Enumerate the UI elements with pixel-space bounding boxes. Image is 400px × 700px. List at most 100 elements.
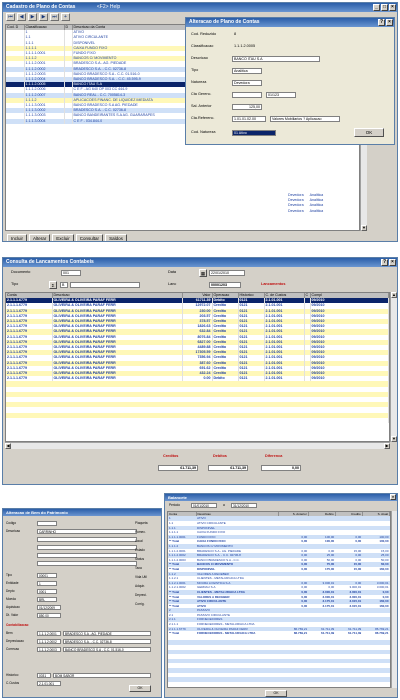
periodo-a-label: a bbox=[223, 503, 225, 507]
balancete-titlebar: Balancete × bbox=[165, 494, 397, 501]
scroll-up-icon[interactable]: ▲ bbox=[391, 292, 397, 298]
empty-cell bbox=[6, 417, 389, 424]
pat-field[interactable]: 2.1.01.001 bbox=[37, 681, 61, 686]
balancete-table: Conta Descricao S. Anterior Debito Credi… bbox=[168, 512, 390, 687]
scroll-left-icon[interactable]: ◀ bbox=[5, 443, 11, 449]
cta-referencial-desc: Valores Mobiliarios ? Aplicacao bbox=[270, 116, 340, 122]
excluir-button[interactable]: Excluir bbox=[52, 234, 74, 241]
first-record-icon[interactable]: ⏮ bbox=[6, 13, 15, 21]
ok-button[interactable]: OK bbox=[354, 128, 384, 137]
close-icon[interactable]: × bbox=[389, 4, 396, 11]
scroll-down-icon[interactable]: ▼ bbox=[391, 436, 397, 442]
balancete-vscroll[interactable] bbox=[391, 511, 397, 688]
patrimonio-title: Alteracao de Bem do Patrimonio bbox=[6, 510, 68, 515]
scroll-down-icon[interactable]: ▼ bbox=[361, 225, 367, 231]
debitos-label: Debitos bbox=[213, 454, 227, 458]
pat-ok-button[interactable]: OK bbox=[129, 685, 151, 692]
help-icon[interactable]: ? bbox=[381, 259, 388, 266]
descricao-input[interactable]: BANCO ITAU S.A bbox=[232, 56, 320, 62]
pat-field[interactable]: 1.1.1.2.0001 bbox=[37, 631, 61, 636]
pat-field[interactable] bbox=[37, 561, 137, 566]
pat-field-desc: BRADESCO S.A. - C.C. 02736-8 bbox=[63, 639, 151, 644]
lanc-input[interactable]: 00001203 bbox=[209, 282, 241, 288]
tipo-select[interactable]: Analitica bbox=[232, 68, 262, 74]
plano-help-menu[interactable]: <F2> Help bbox=[97, 4, 120, 10]
natureza-label: Natureza bbox=[191, 80, 207, 84]
consulta-vscroll[interactable]: ▲ ▼ bbox=[390, 292, 397, 442]
alterar-button[interactable]: Alterar bbox=[29, 234, 51, 241]
plano-buttons: Incluir Alterar Excluir Consultar Saldos bbox=[5, 232, 129, 241]
cta-gerencial-input[interactable] bbox=[232, 92, 262, 98]
classificacao-label: Classificacao bbox=[191, 44, 214, 48]
pat-label: Descricao bbox=[6, 529, 21, 533]
cod-reduzido-value: 8 bbox=[234, 32, 237, 36]
pat-field[interactable]: CARRINHO bbox=[37, 529, 137, 534]
pat-field[interactable] bbox=[37, 537, 137, 542]
documento-input[interactable]: 001 bbox=[61, 270, 81, 276]
tipo-input[interactable]: B bbox=[60, 282, 68, 288]
consulta-body: 2.1.1.1.6779 OLIVEIRA & OLIVEIRA PARAF FE… bbox=[6, 298, 389, 424]
saldos-button[interactable]: Saldos bbox=[105, 234, 127, 241]
pat-field[interactable]: 00001 bbox=[37, 573, 57, 578]
close-icon[interactable]: × bbox=[386, 19, 393, 26]
cta-referencial-input[interactable]: 1.01.01.02.00 bbox=[232, 116, 266, 122]
close-icon[interactable]: × bbox=[389, 259, 396, 266]
cod-natureza-select[interactable]: 01 Ativo bbox=[232, 130, 276, 136]
balancete-grid: Conta Descricao S. Anterior Debito Credi… bbox=[167, 511, 391, 688]
diferenca-total: 0,00 bbox=[261, 465, 301, 471]
consulta-hscroll[interactable]: ◀ ▶ bbox=[5, 442, 390, 449]
scroll-right-icon[interactable]: ▶ bbox=[384, 443, 390, 449]
data-input[interactable]: 22/01/2010 bbox=[209, 270, 245, 276]
alteracao-title: Alteracao de Plano de Contas bbox=[189, 19, 260, 25]
periodo-label: Periodo bbox=[169, 503, 180, 507]
pat-field[interactable]: BRL bbox=[37, 597, 57, 602]
pat-label: Contabilizacao bbox=[6, 623, 29, 627]
pat-field[interactable]: 01/12/2009 bbox=[37, 605, 61, 610]
cta-gerencial-code[interactable]: 01/123 bbox=[266, 92, 296, 98]
pat-right-label: Taxa bbox=[135, 566, 142, 570]
close-icon[interactable]: × bbox=[390, 494, 396, 500]
natureza-select[interactable]: Devedora bbox=[232, 80, 262, 86]
add-record-icon[interactable]: + bbox=[61, 13, 70, 21]
calendar-icon[interactable]: ▦ bbox=[199, 269, 207, 277]
pat-label: Correcao bbox=[6, 647, 20, 651]
empty-row bbox=[168, 681, 390, 687]
help-icon[interactable]: ? bbox=[378, 19, 385, 26]
play-icon[interactable]: ▶ bbox=[28, 13, 37, 21]
tipo-label: Tipo bbox=[191, 68, 199, 72]
sal-anterior-input[interactable]: 125,00 bbox=[232, 104, 262, 110]
pat-field[interactable] bbox=[37, 545, 137, 550]
pat-field[interactable]: 0031 bbox=[37, 673, 51, 678]
pat-field[interactable]: 850,00 bbox=[37, 613, 61, 618]
pat-field[interactable]: 0001 bbox=[37, 589, 57, 594]
next-record-icon[interactable]: ▶ bbox=[39, 13, 48, 21]
minimize-icon[interactable]: _ bbox=[373, 4, 380, 11]
side-row: Devedora Analitica bbox=[288, 209, 358, 214]
side-tipo: Analitica bbox=[309, 208, 324, 213]
cta-referencial-label: Cta.Referenc. bbox=[191, 116, 215, 120]
balancete-ok-button[interactable]: OK bbox=[265, 690, 287, 697]
balancete-body: 1 ATIVO 1.1 ATIVO CIRCULANTE 1.1.1 DISPONIVEL… bbox=[168, 516, 390, 687]
incluir-button[interactable]: Incluir bbox=[7, 234, 28, 241]
pat-label: Codigo bbox=[6, 521, 17, 525]
tipo-lookup-icon[interactable]: Σ bbox=[49, 281, 57, 289]
periodo-fim-input[interactable]: 31/12/2010 bbox=[231, 503, 257, 508]
pat-right-label: Corrig. bbox=[135, 602, 145, 606]
consultar-button[interactable]: Consultar bbox=[75, 234, 104, 241]
pat-label: Historico bbox=[6, 673, 19, 677]
pat-field[interactable]: 1.1.1.2.0002 bbox=[37, 639, 61, 644]
cell-cod bbox=[6, 118, 25, 124]
pat-field[interactable]: 1 bbox=[37, 581, 57, 586]
pat-right-label: Adquir. bbox=[135, 584, 145, 588]
pat-right-label: Status bbox=[135, 557, 145, 561]
consulta-window: Consulta de Lancamentos Contabeis ? × Doc… bbox=[2, 257, 398, 485]
pat-field[interactable]: 1.1.1.2.0003 bbox=[37, 647, 61, 652]
maximize-icon[interactable]: □ bbox=[381, 4, 388, 11]
pat-field-desc: BANCO BRADESCO S.A - C.C. 01.516-0 bbox=[63, 647, 151, 652]
last-record-icon[interactable]: ⏭ bbox=[50, 13, 59, 21]
periodo-inicio-input[interactable]: 01/01/2010 bbox=[191, 503, 217, 508]
prev-record-icon[interactable]: ◀ bbox=[17, 13, 26, 21]
pat-field[interactable] bbox=[37, 553, 137, 558]
pat-field[interactable] bbox=[37, 521, 57, 526]
pat-field-desc: BRADESCO S.A - AG. PIEDADE bbox=[63, 631, 151, 636]
